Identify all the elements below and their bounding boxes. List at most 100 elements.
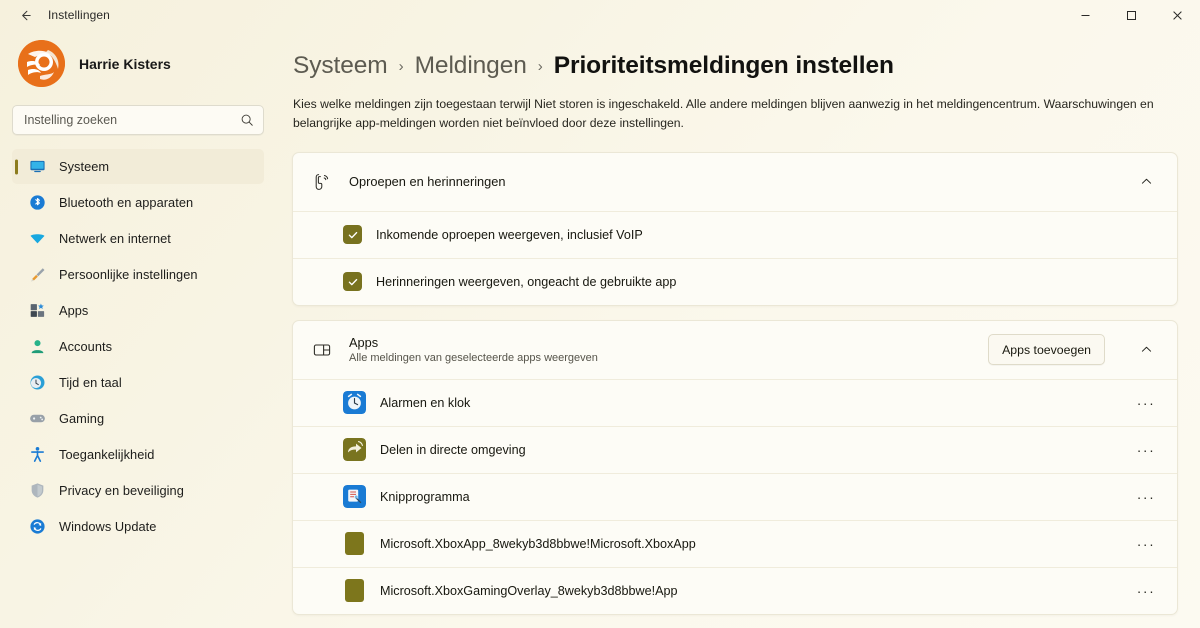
sidebar-item-windows-update[interactable]: Windows Update (12, 509, 264, 544)
app-list-item-knipprogramma[interactable]: Knipprogramma ··· (293, 472, 1177, 520)
checkbox-row-incoming-calls[interactable]: Inkomende oproepen weergeven, inclusief … (293, 210, 1177, 258)
checkmark-icon (348, 231, 357, 239)
close-button[interactable] (1154, 0, 1200, 30)
sidebar-item-label: Tijd en taal (59, 375, 122, 390)
sidebar-item-label: Privacy en beveiliging (59, 483, 184, 498)
checkbox-reminders[interactable] (343, 272, 362, 292)
main-content: Systeem › Meldingen › Prioriteitsmelding… (276, 30, 1200, 628)
search-box[interactable] (12, 105, 264, 135)
app-list-item-xboxgamingoverlay[interactable]: Microsoft.XboxGamingOverlay_8wekyb3d8bbw… (293, 566, 1177, 614)
arrow-left-icon (21, 10, 31, 20)
sidebar-item-bluetooth-en-apparaten[interactable]: Bluetooth en apparaten (12, 185, 264, 220)
breadcrumb-item-meldingen[interactable]: Meldingen (415, 52, 527, 80)
app-list-item-alarmen-en-klok[interactable]: Alarmen en klok ··· (293, 378, 1177, 426)
chevron-up-icon (1141, 347, 1151, 352)
sidebar-item-label: Accounts (59, 339, 113, 354)
app-more-options-button[interactable]: ··· (1131, 436, 1161, 464)
window-controls (1062, 0, 1200, 30)
calls-section-title: Oproepen en herinneringen (349, 174, 506, 190)
app-name: Delen in directe omgeving (380, 442, 526, 457)
search-input[interactable] (24, 113, 240, 127)
checkbox-incoming-calls[interactable] (343, 225, 362, 245)
sidebar-item-label: Toegankelijkheid (59, 447, 155, 462)
chevron-up-icon (1141, 179, 1151, 184)
update-arrows-icon (28, 518, 46, 536)
checkbox-row-reminders[interactable]: Herinneringen weergeven, ongeacht de geb… (293, 257, 1177, 305)
bluetooth-icon (28, 194, 46, 212)
profile-name: Harrie Kisters (79, 55, 171, 72)
breadcrumb-item-systeem[interactable]: Systeem (293, 52, 388, 80)
app-more-options-button[interactable]: ··· (1131, 483, 1161, 511)
sidebar-item-netwerk-en-internet[interactable]: Netwerk en internet (12, 221, 264, 256)
generic-app-icon (343, 579, 366, 603)
sidebar-item-label: Windows Update (59, 519, 157, 534)
sidebar-nav: Systeem Bluetooth en apparaten Netwerk e… (12, 149, 264, 544)
checkmark-icon (348, 278, 357, 286)
page-title: Prioriteitsmeldingen instellen (553, 52, 894, 79)
generic-app-icon (343, 532, 366, 556)
maximize-button[interactable] (1108, 0, 1154, 30)
shield-icon (28, 482, 46, 500)
sidebar-item-label: Gaming (59, 411, 105, 426)
sidebar-item-apps[interactable]: Apps (12, 293, 264, 328)
sidebar-item-systeem[interactable]: Systeem (12, 149, 264, 184)
maximize-icon (1126, 10, 1136, 20)
sidebar-item-accounts[interactable]: Accounts (12, 329, 264, 364)
snipping-tool-icon (343, 485, 366, 509)
clock-globe-icon (28, 374, 46, 392)
app-list-item-xboxapp[interactable]: Microsoft.XboxApp_8wekyb3d8bbwe!Microsof… (293, 519, 1177, 567)
checkbox-label: Herinneringen weergeven, ongeacht de geb… (376, 274, 677, 289)
app-list-item-delen-in-directe-omgeving[interactable]: Delen in directe omgeving ··· (293, 425, 1177, 473)
app-name: Knipprogramma (380, 489, 470, 504)
sidebar-item-label: Persoonlijke instellingen (59, 267, 198, 282)
app-more-options-button[interactable]: ··· (1131, 389, 1161, 417)
avatar (18, 40, 65, 87)
paintbrush-icon (28, 266, 46, 284)
checkbox-label: Inkomende oproepen weergeven, inclusief … (376, 227, 643, 242)
user-avatar-logo (18, 40, 65, 87)
close-icon (1172, 10, 1182, 20)
app-more-options-button[interactable]: ··· (1131, 530, 1161, 558)
monitor-icon (28, 158, 46, 176)
profile-block[interactable]: Harrie Kisters (12, 30, 264, 99)
sidebar-item-label: Apps (59, 303, 89, 318)
add-apps-button[interactable]: Apps toevoegen (988, 334, 1105, 366)
minimize-button[interactable] (1062, 0, 1108, 30)
calls-section-header[interactable]: Oproepen en herinneringen (293, 153, 1177, 211)
accessibility-icon (28, 446, 46, 464)
title-bar: Instellingen (0, 0, 1200, 30)
app-name: Microsoft.XboxApp_8wekyb3d8bbwe!Microsof… (380, 536, 696, 551)
sidebar-item-label: Bluetooth en apparaten (59, 195, 194, 210)
window-title: Instellingen (48, 8, 110, 22)
sidebar: Harrie Kisters Systeem (0, 30, 276, 628)
sidebar-item-label: Systeem (59, 159, 110, 174)
sidebar-item-tijd-en-taal[interactable]: Tijd en taal (12, 365, 264, 400)
alarm-clock-icon (343, 391, 366, 415)
apps-section-header[interactable]: Apps Alle meldingen van geselecteerde ap… (293, 321, 1177, 379)
apps-section-title: Apps (349, 335, 379, 351)
page-description: Kies welke meldingen zijn toegestaan ter… (293, 97, 1154, 130)
gamepad-icon (28, 410, 46, 428)
breadcrumb: Systeem › Meldingen › Prioriteitsmelding… (292, 52, 1178, 80)
calls-section-collapse-button[interactable] (1131, 167, 1161, 197)
breadcrumb-separator: › (398, 58, 404, 75)
apps-section-collapse-button[interactable] (1131, 335, 1161, 365)
apps-section-subtitle: Alle meldingen van geselecteerde apps we… (349, 352, 598, 365)
sidebar-item-gaming[interactable]: Gaming (12, 401, 264, 436)
apps-card: Apps Alle meldingen van geselecteerde ap… (292, 319, 1178, 615)
back-button[interactable] (10, 2, 40, 28)
app-name: Microsoft.XboxGamingOverlay_8wekyb3d8bbw… (380, 583, 678, 598)
search-icon (240, 113, 254, 127)
sidebar-item-toegankelijkheid[interactable]: Toegankelijkheid (12, 437, 264, 472)
sidebar-item-persoonlijke-instellingen[interactable]: Persoonlijke instellingen (12, 257, 264, 292)
breadcrumb-separator: › (537, 58, 543, 75)
sidebar-item-privacy-en-beveiliging[interactable]: Privacy en beveiliging (12, 473, 264, 508)
apps-grid-icon (28, 302, 46, 320)
phone-call-icon (311, 171, 333, 193)
nearby-share-icon (343, 438, 366, 462)
person-icon (28, 338, 46, 356)
app-more-options-button[interactable]: ··· (1131, 577, 1161, 605)
wifi-icon (28, 230, 46, 248)
calls-and-reminders-card: Oproepen en herinneringen Inkomende opro… (292, 151, 1178, 306)
app-name: Alarmen en klok (380, 395, 471, 410)
